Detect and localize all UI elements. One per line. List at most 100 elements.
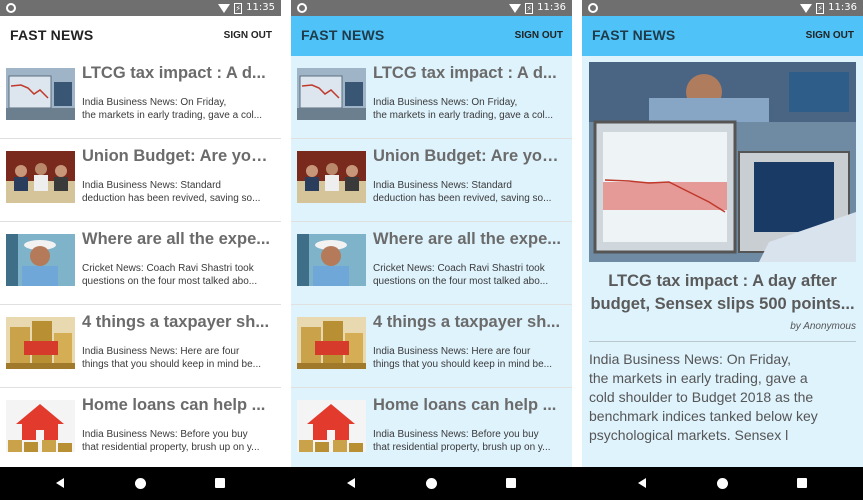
house-coins-image [6,400,75,452]
list-item[interactable]: LTCG tax impact : A d... India Business … [0,56,281,139]
article-description-line: the markets in early trading, gave a col… [82,110,263,121]
article-description-line: deduction has been revived, saving so... [373,193,552,204]
stock-chart-image [6,68,75,120]
notification-icon [297,3,307,13]
article-description-line: India Business News: Standard [82,180,221,191]
status-time: 11:35 [246,2,275,13]
article-body-line: benchmark indices tanked below key [589,408,818,424]
home-icon[interactable] [135,478,146,489]
article-body: India Business News: On Friday, the mark… [589,350,857,445]
article-hero-image [589,62,856,262]
article-description: India Business News: Before you buy that… [373,428,563,454]
status-bar: ⚡ 11:35 [0,0,281,16]
article-description: India Business News: Standard deduction … [82,179,272,205]
list-item[interactable]: 4 things a taxpayer sh... India Business… [0,305,281,388]
sign-out-button[interactable]: SIGN OUT [224,30,272,41]
article-body-line: India Business News: On Friday, [589,351,792,367]
cricket-coach-image [6,234,75,286]
cricket-coach-image [297,234,366,286]
article-description-line: India Business News: On Friday, [82,97,227,108]
list-item[interactable]: Where are all the expe... Cricket News: … [291,222,572,305]
article-description-line: India Business News: Here are four [373,346,531,357]
article-description-line: deduction has been revived, saving so... [82,193,261,204]
list-item[interactable]: Union Budget: Are you... India Business … [0,139,281,222]
back-icon[interactable] [347,478,355,488]
article-title: Union Budget: Are you... [373,147,565,165]
status-time: 11:36 [828,2,857,13]
list-item[interactable]: Home loans can help ... India Business N… [291,388,572,471]
article-title-line: LTCG tax impact : A day after [608,272,837,290]
status-bar: ⚡ 11:36 [582,0,863,16]
system-nav-bar [0,467,863,500]
article-title: Home loans can help ... [82,396,266,414]
list-item[interactable]: LTCG tax impact : A d... India Business … [291,56,572,139]
notification-icon [6,3,16,13]
news-list: LTCG tax impact : A d... India Business … [0,56,281,471]
article-description-line: India Business News: Standard [373,180,512,191]
article-description-line: Cricket News: Coach Ravi Shastri took [82,263,254,274]
app-title: FAST NEWS [10,27,94,43]
divider [589,341,856,342]
home-icon[interactable] [717,478,728,489]
recents-icon[interactable] [506,478,516,488]
status-bar: ⚡ 11:36 [291,0,572,16]
sign-out-button[interactable]: SIGN OUT [806,30,854,41]
article-description-line: things that you should keep in mind be..… [82,359,262,370]
status-time: 11:36 [537,2,566,13]
article-title: 4 things a taxpayer sh... [82,313,270,331]
screen-article-detail: ⚡ 11:36 FAST NEWS SIGN OUT LTCG tax impa… [582,0,863,500]
news-list: LTCG tax impact : A d... India Business … [291,56,572,471]
list-item[interactable]: 4 things a taxpayer sh... India Business… [291,305,572,388]
article-title: Where are all the expe... [373,230,561,248]
battery-icon: ⚡ [525,2,534,14]
article-description-line: India Business News: Here are four [82,346,240,357]
house-coins-image [297,400,366,452]
back-icon[interactable] [638,478,646,488]
article-description: Cricket News: Coach Ravi Shastri took qu… [373,262,563,288]
budget-meeting-image [297,151,366,203]
article-title: Where are all the expe... [82,230,270,248]
wifi-icon [800,3,813,13]
article-description: India Business News: On Friday, the mark… [82,96,272,122]
article-description: India Business News: Here are four thing… [373,345,563,371]
stock-chart-image [297,68,366,120]
article-description: India Business News: Before you buy that… [82,428,272,454]
article-description: India Business News: On Friday, the mark… [373,96,563,122]
recents-icon[interactable] [797,478,807,488]
article-title: LTCG tax impact : A day after budget, Se… [586,270,859,316]
coins-tax-image [297,317,366,369]
notification-icon [588,3,598,13]
article-description: India Business News: Here are four thing… [82,345,272,371]
recents-icon[interactable] [215,478,225,488]
article-body-line: cold shoulder to Budget 2018 as the [589,389,814,405]
article-description-line: Cricket News: Coach Ravi Shastri took [373,263,545,274]
article-title-line: budget, Sensex slips 500 points... [590,295,855,313]
battery-icon: ⚡ [234,2,243,14]
article-title: Home loans can help ... [373,396,557,414]
article-description: India Business News: Standard deduction … [373,179,563,205]
screen-news-list-blue: ⚡ 11:36 FAST NEWS SIGN OUT LTCG tax impa… [291,0,572,500]
coins-tax-image [6,317,75,369]
app-bar: FAST NEWS SIGN OUT [291,16,572,56]
wifi-icon [509,3,522,13]
list-item[interactable]: Union Budget: Are you... India Business … [291,139,572,222]
article-description-line: that residential property, brush up on y… [373,442,551,453]
article-description-line: questions on the four most talked abo... [373,276,549,287]
article-title: 4 things a taxpayer sh... [373,313,561,331]
article-description-line: that residential property, brush up on y… [82,442,260,453]
budget-meeting-image [6,151,75,203]
article-description-line: things that you should keep in mind be..… [373,359,553,370]
article-description-line: the markets in early trading, gave a col… [373,110,554,121]
article-body-line: the markets in early trading, gave a [589,370,808,386]
article-author: by Anonymous [790,321,856,332]
list-item[interactable]: Home loans can help ... India Business N… [0,388,281,471]
article-body-line: psychological markets. Sensex l [589,427,789,443]
app-bar: FAST NEWS SIGN OUT [0,16,281,56]
sign-out-button[interactable]: SIGN OUT [515,30,563,41]
app-bar: FAST NEWS SIGN OUT [582,16,863,56]
back-icon[interactable] [56,478,64,488]
list-item[interactable]: Where are all the expe... Cricket News: … [0,222,281,305]
app-title: FAST NEWS [592,27,676,43]
home-icon[interactable] [426,478,437,489]
article-title: LTCG tax impact : A d... [82,64,266,82]
